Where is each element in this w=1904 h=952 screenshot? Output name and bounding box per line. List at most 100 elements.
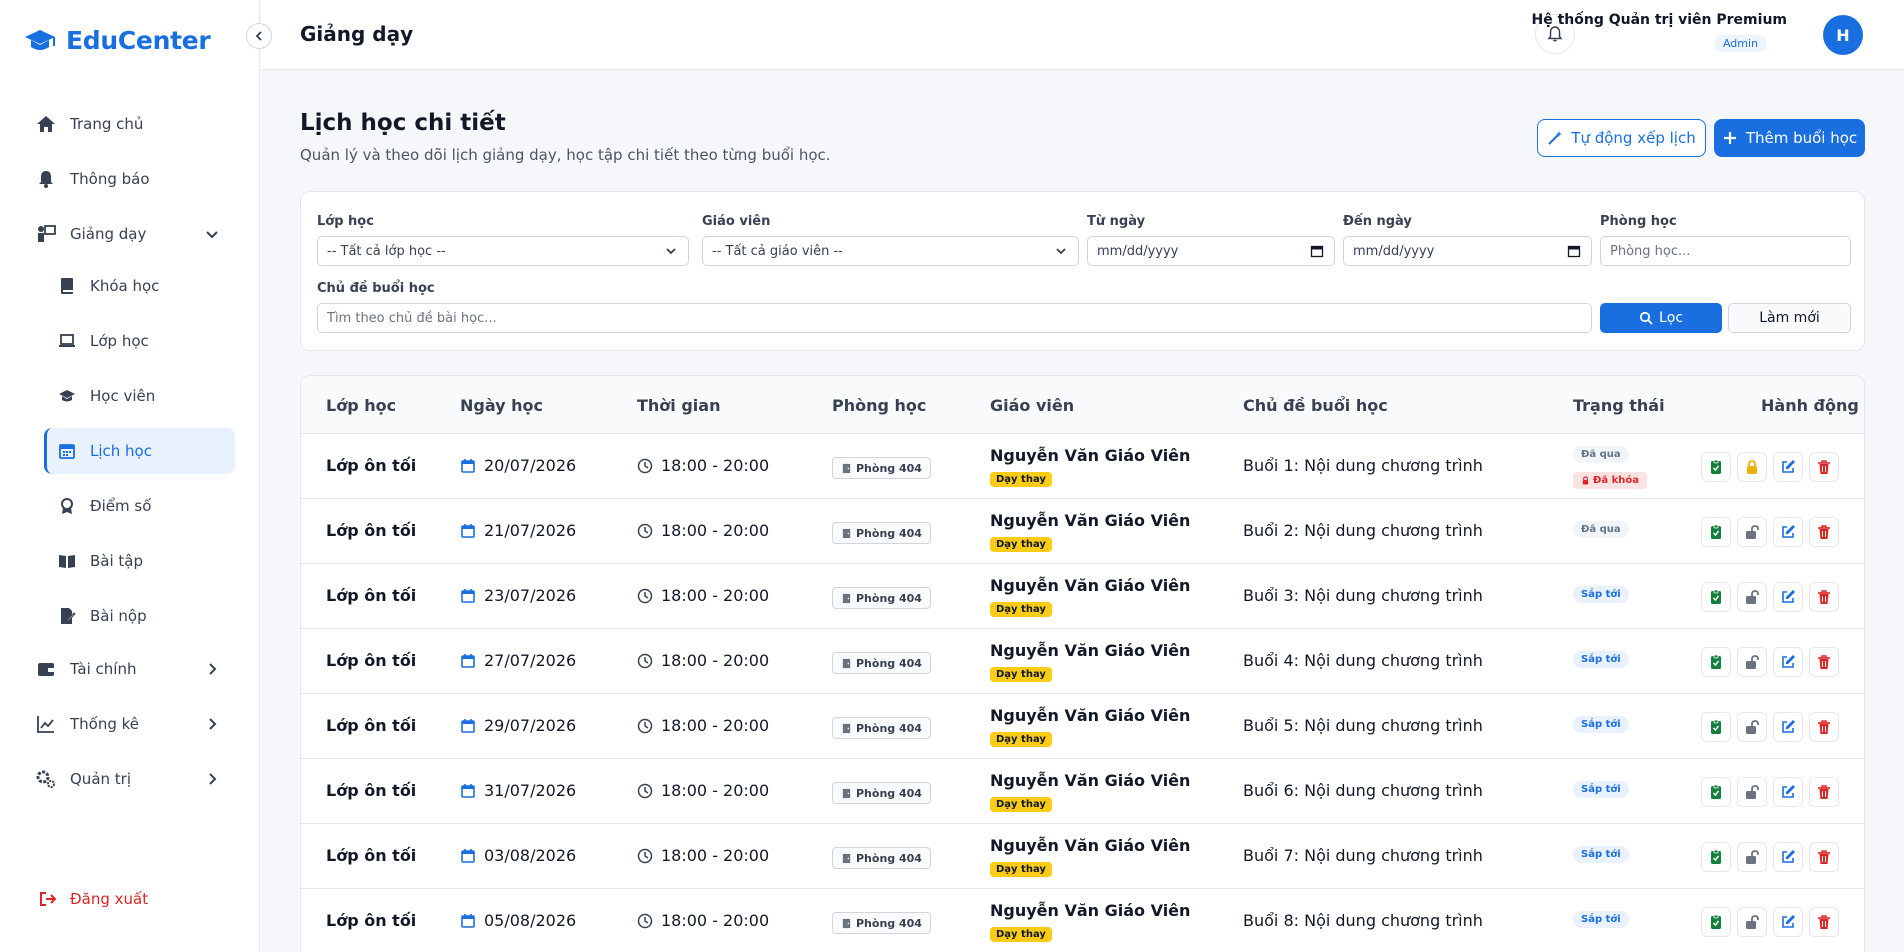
calendar-icon	[461, 718, 475, 733]
sidebar-item-finance[interactable]: Tài chính	[36, 655, 217, 683]
user-name: Hệ thống Quản trị viên Premium	[1531, 12, 1787, 28]
edit-button[interactable]	[1773, 647, 1803, 677]
magic-wand-icon	[1548, 131, 1563, 145]
delete-button[interactable]	[1809, 582, 1839, 612]
session-topic: Buổi 5: Nội dung chương trình	[1243, 716, 1483, 735]
attendance-button[interactable]	[1701, 517, 1731, 547]
sidebar-item-label: Lớp học	[90, 332, 149, 350]
teacher-select[interactable]: -- Tất cả giáo viên --	[702, 236, 1079, 266]
room-filter-label: Phòng học	[1600, 214, 1677, 229]
class-cell: Lớp ôn tối	[326, 716, 416, 735]
edit-button[interactable]	[1773, 582, 1803, 612]
sidebar-item-admin[interactable]: Quản trị	[36, 765, 217, 793]
attendance-button[interactable]	[1701, 647, 1731, 677]
room-badge: Phòng 404	[832, 912, 931, 934]
sidebar-item-teaching[interactable]: Giảng dạy	[36, 220, 218, 248]
sidebar-item-label: Thống kê	[70, 715, 140, 733]
delete-button[interactable]	[1809, 907, 1839, 937]
delete-button[interactable]	[1809, 777, 1839, 807]
logout-button[interactable]: Đăng xuất	[38, 889, 148, 909]
auto-schedule-button[interactable]: Tự động xếp lịch	[1537, 119, 1706, 157]
to-date-input[interactable]: mm/dd/yyyy	[1343, 236, 1592, 266]
lock-button[interactable]	[1737, 517, 1767, 547]
edit-button[interactable]	[1773, 842, 1803, 872]
delete-button[interactable]	[1809, 452, 1839, 482]
room-name: Phòng 404	[856, 461, 922, 475]
class-name: Lớp ôn tối	[326, 781, 417, 800]
attendance-button[interactable]	[1701, 452, 1731, 482]
lock-button[interactable]	[1737, 842, 1767, 872]
lock-button[interactable]	[1737, 582, 1767, 612]
attendance-button[interactable]	[1701, 712, 1731, 742]
sidebar-item-exercises[interactable]: Bài tập	[58, 547, 143, 575]
attendance-button[interactable]	[1701, 582, 1731, 612]
class-name: Lớp ôn tối	[326, 521, 417, 540]
clipboard-check-icon	[1711, 914, 1721, 929]
session-date: 27/07/2026	[484, 651, 577, 670]
lock-button[interactable]	[1737, 777, 1767, 807]
sidebar-collapse-button[interactable]	[246, 23, 272, 49]
reset-button[interactable]: Làm mới	[1728, 303, 1851, 333]
edit-button[interactable]	[1773, 517, 1803, 547]
clock-icon	[637, 783, 653, 798]
edit-button[interactable]	[1773, 777, 1803, 807]
door-icon	[842, 658, 851, 668]
sidebar-item-statistics[interactable]: Thống kê	[36, 710, 217, 738]
sidebar-item-classes[interactable]: Lớp học	[58, 327, 149, 355]
unlock-icon	[1746, 720, 1759, 734]
edit-button[interactable]	[1773, 452, 1803, 482]
topic-search-input[interactable]: Tìm theo chủ đề bài học...	[317, 303, 1592, 333]
delete-button[interactable]	[1809, 517, 1839, 547]
lock-button[interactable]	[1737, 712, 1767, 742]
trash-icon	[1818, 785, 1830, 799]
from-date-input[interactable]: mm/dd/yyyy	[1087, 236, 1335, 266]
delete-button[interactable]	[1809, 842, 1839, 872]
delete-button[interactable]	[1809, 647, 1839, 677]
sidebar-item-courses[interactable]: Khóa học	[58, 272, 159, 300]
trash-icon	[1818, 460, 1830, 474]
clipboard-check-icon	[1711, 459, 1721, 474]
session-date: 29/07/2026	[484, 716, 577, 735]
app-logo[interactable]: EduCenter	[24, 26, 211, 55]
lock-button[interactable]	[1737, 907, 1767, 937]
time-cell: 18:00 - 20:00	[637, 846, 769, 865]
sidebar-item-schedule[interactable]: Lịch học	[58, 437, 152, 465]
door-icon	[842, 918, 851, 928]
room-input[interactable]: Phòng học...	[1600, 236, 1851, 266]
table-row: Lớp ôn tối 20/07/2026 18:00 - 20:00 Phòn…	[301, 434, 1864, 499]
edit-icon	[1782, 525, 1795, 538]
table-row: Lớp ôn tối 03/08/2026 18:00 - 20:00 Phòn…	[301, 824, 1864, 889]
filter-button[interactable]: Lọc	[1600, 303, 1722, 333]
to-date-placeholder: mm/dd/yyyy	[1353, 243, 1435, 259]
home-icon	[37, 116, 55, 132]
sidebar-item-label: Khóa học	[90, 277, 160, 295]
edit-icon	[1782, 720, 1795, 733]
logout-icon	[40, 892, 57, 906]
bell-icon	[39, 171, 53, 188]
schedule-table: Lớp học Ngày học Thời gian Phòng học Giá…	[300, 375, 1865, 952]
chevron-right-icon	[209, 663, 217, 675]
sidebar-item-home[interactable]: Trang chủ	[36, 110, 143, 138]
sidebar-item-grades[interactable]: Điểm số	[58, 492, 151, 520]
column-header: Hành động	[1761, 396, 1859, 415]
lock-icon	[1582, 476, 1589, 485]
sidebar-item-submissions[interactable]: Bài nộp	[58, 602, 147, 630]
edit-button[interactable]	[1773, 907, 1803, 937]
lock-button[interactable]	[1737, 647, 1767, 677]
table-row: Lớp ôn tối 23/07/2026 18:00 - 20:00 Phòn…	[301, 564, 1864, 629]
unlock-icon	[1746, 785, 1759, 799]
avatar[interactable]: H	[1823, 15, 1863, 55]
attendance-button[interactable]	[1701, 907, 1731, 937]
attendance-button[interactable]	[1701, 777, 1731, 807]
class-select[interactable]: -- Tất cả lớp học --	[317, 236, 689, 266]
teacher-name: Nguyễn Văn Giáo Viên	[990, 771, 1191, 790]
room-name: Phòng 404	[856, 656, 922, 670]
delete-button[interactable]	[1809, 712, 1839, 742]
unlock-button[interactable]	[1737, 452, 1767, 482]
topic-cell: Buổi 6: Nội dung chương trình	[1243, 781, 1483, 800]
sidebar-item-notifications[interactable]: Thông báo	[36, 165, 150, 193]
add-session-button[interactable]: Thêm buổi học	[1714, 119, 1865, 157]
sidebar-item-students[interactable]: Học viên	[58, 382, 155, 410]
attendance-button[interactable]	[1701, 842, 1731, 872]
edit-button[interactable]	[1773, 712, 1803, 742]
